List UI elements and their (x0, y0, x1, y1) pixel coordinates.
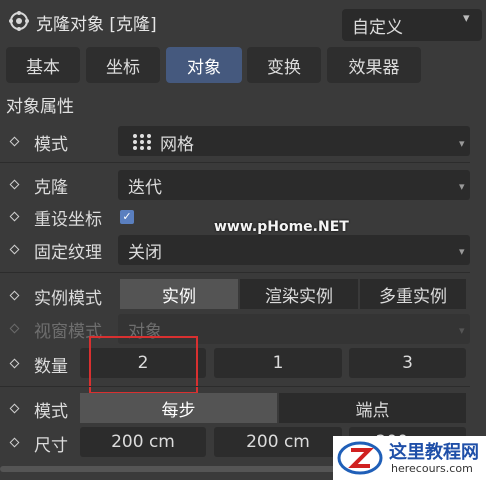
fix-texture-dropdown[interactable] (118, 235, 470, 265)
instance-option-multi[interactable]: 多重实例 (360, 279, 466, 309)
tab-object[interactable]: 对象 (166, 47, 242, 83)
clone-label: 克隆 (34, 178, 68, 198)
cloner-object-icon (9, 11, 29, 31)
keyframe-diamond-icon[interactable] (9, 136, 20, 147)
keyframe-diamond-icon[interactable] (9, 358, 20, 369)
clone-dropdown[interactable] (118, 170, 470, 200)
chevron-down-icon: ▾ (459, 180, 465, 193)
grid-icon (133, 134, 151, 150)
tab-basic[interactable]: 基本 (6, 47, 80, 83)
mode-value: 网格 (160, 135, 194, 155)
keyframe-diamond-icon[interactable] (9, 179, 20, 190)
tab-coordinates[interactable]: 坐标 (86, 47, 160, 83)
tab-effectors[interactable]: 效果器 (327, 47, 421, 83)
mode2-option-per-step[interactable]: 每步 (80, 393, 277, 423)
section-title: 对象属性 (6, 97, 74, 117)
object-title: 克隆对象 [克隆] (36, 15, 157, 35)
size-y-field[interactable]: 200 cm (214, 427, 342, 457)
size-label: 尺寸 (34, 436, 68, 456)
chevron-down-icon: ▾ (459, 137, 465, 150)
count-label: 数量 (34, 357, 68, 377)
chevron-down-icon: ▾ (459, 245, 465, 258)
chevron-down-icon: ▾ (459, 324, 465, 337)
keyframe-diamond-icon[interactable] (9, 403, 20, 414)
count-z-field[interactable]: 3 (349, 348, 466, 378)
watermark: www.pHome.NET (214, 219, 349, 235)
mode2-label: 模式 (34, 402, 68, 422)
divider (0, 272, 470, 273)
chevron-down-icon: ▾ (463, 11, 470, 26)
keyframe-diamond-icon[interactable] (9, 211, 20, 222)
count-y-field[interactable]: 1 (214, 348, 342, 378)
keyframe-diamond-icon (9, 323, 20, 334)
tab-transform[interactable]: 变换 (247, 47, 321, 83)
fix-texture-value: 关闭 (128, 243, 162, 263)
divider (0, 162, 470, 163)
preset-label: 自定义 (352, 18, 403, 38)
mode-label: 模式 (34, 135, 68, 155)
reset-coords-checkbox[interactable]: ✓ (120, 210, 134, 224)
clone-value: 迭代 (128, 178, 162, 198)
instance-option-render[interactable]: 渲染实例 (240, 279, 358, 309)
fix-texture-label: 固定纹理 (34, 243, 102, 263)
reset-coords-label: 重设坐标 (34, 210, 102, 230)
keyframe-diamond-icon[interactable] (9, 244, 20, 255)
logo-sub-text: herecours.com (391, 462, 473, 475)
instance-mode-label: 实例模式 (34, 289, 102, 309)
instance-option-instance[interactable]: 实例 (120, 279, 238, 309)
size-x-field[interactable]: 200 cm (80, 427, 206, 457)
keyframe-diamond-icon[interactable] (9, 437, 20, 448)
divider (0, 386, 470, 387)
mode2-option-endpoints[interactable]: 端点 (279, 393, 466, 423)
logo-mark-icon (337, 441, 383, 475)
logo-main-text: 这里教程网 (389, 442, 479, 463)
site-logo: 这里教程网 herecours.com (333, 436, 486, 480)
keyframe-diamond-icon[interactable] (9, 290, 20, 301)
